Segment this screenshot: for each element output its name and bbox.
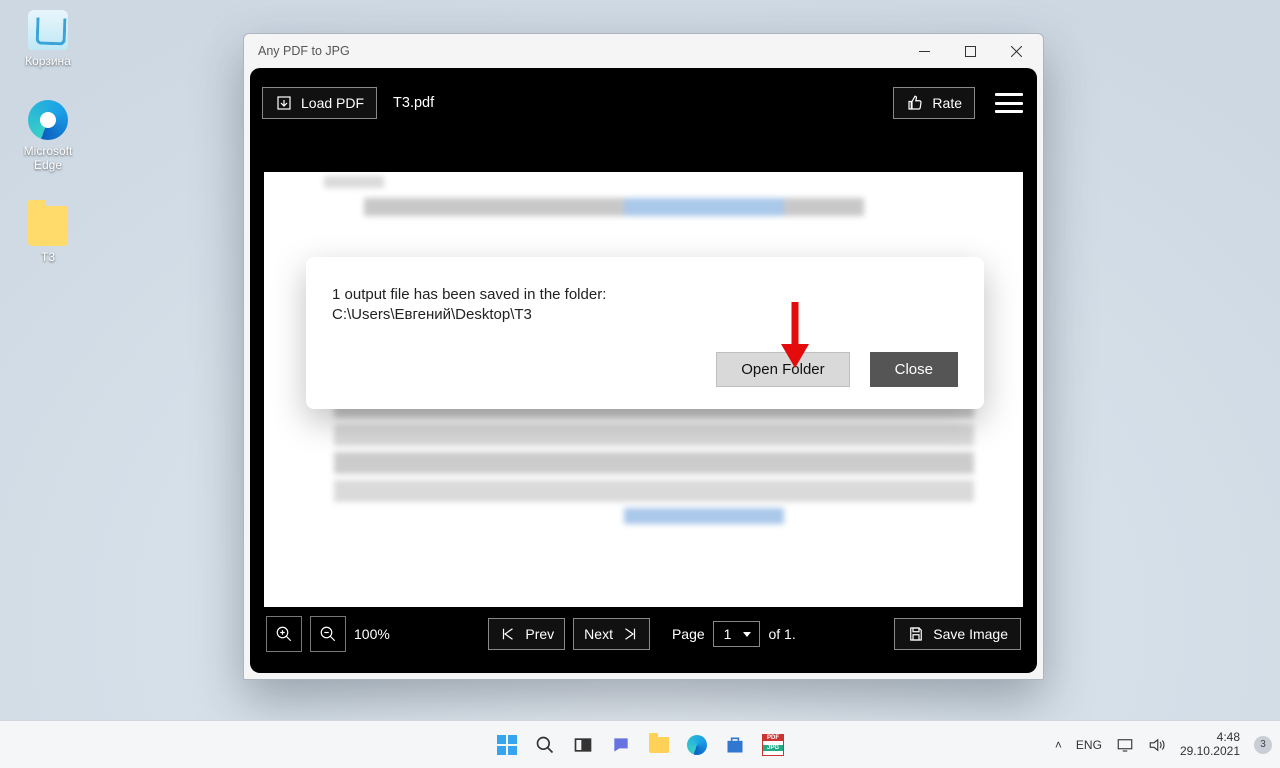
prev-label: Prev: [525, 626, 554, 642]
menu-button[interactable]: [993, 89, 1025, 117]
page-total: of 1.: [768, 626, 795, 642]
notification-center[interactable]: 3: [1254, 736, 1272, 754]
clock[interactable]: 4:48 29.10.2021: [1180, 731, 1240, 759]
file-explorer-button[interactable]: [645, 731, 673, 759]
page-current: 1: [724, 626, 732, 642]
recycle-bin-icon: [28, 10, 68, 50]
tray-chevron-icon[interactable]: ˄: [1055, 738, 1062, 752]
recycle-bin-label: Корзина: [8, 54, 88, 68]
close-button[interactable]: [993, 34, 1039, 68]
volume-icon[interactable]: [1148, 737, 1166, 753]
start-button[interactable]: [493, 731, 521, 759]
thumbs-up-icon: [906, 94, 924, 112]
maximize-button[interactable]: [947, 34, 993, 68]
folder-label: Т3: [8, 250, 88, 264]
desktop: Корзина Microsoft Edge Т3 Any PDF to JPG…: [0, 0, 1280, 768]
pdf-jpg-icon: PDFJPG: [762, 734, 784, 756]
page-label: Page: [672, 626, 705, 642]
file-name: T3.pdf: [393, 95, 434, 111]
prev-icon: [499, 625, 517, 643]
open-folder-button[interactable]: Open Folder: [716, 352, 849, 387]
chat-icon: [611, 735, 631, 755]
network-icon[interactable]: [1116, 737, 1134, 753]
load-pdf-button[interactable]: Load PDF: [262, 87, 377, 119]
folder-icon: [649, 737, 669, 753]
chat-button[interactable]: [607, 731, 635, 759]
taskbar: PDFJPG ˄ ENG 4:48 29.10.2021 3: [0, 720, 1280, 768]
folder-t3[interactable]: Т3: [8, 206, 88, 264]
save-image-label: Save Image: [933, 626, 1008, 642]
zoom-value: 100%: [354, 626, 390, 642]
edge-icon: [687, 735, 707, 755]
close-dialog-label: Close: [895, 361, 933, 378]
window-title: Any PDF to JPG: [258, 44, 350, 58]
next-icon: [621, 625, 639, 643]
save-result-dialog: 1 output file has been saved in the fold…: [306, 257, 984, 409]
task-view-icon: [573, 735, 593, 755]
rate-button[interactable]: Rate: [893, 87, 975, 119]
zoom-out-button[interactable]: [310, 616, 346, 652]
notif-count: 3: [1260, 739, 1266, 750]
save-image-button[interactable]: Save Image: [894, 618, 1021, 650]
titlebar[interactable]: Any PDF to JPG: [244, 34, 1043, 68]
folder-icon: [28, 206, 68, 246]
load-pdf-label: Load PDF: [301, 95, 364, 111]
close-dialog-button[interactable]: Close: [870, 352, 958, 387]
date: 29.10.2021: [1180, 745, 1240, 759]
save-icon: [907, 625, 925, 643]
app-toolbar: Load PDF T3.pdf Rate: [262, 80, 1025, 126]
load-icon: [275, 94, 293, 112]
prev-button[interactable]: Prev: [488, 618, 565, 650]
open-folder-label: Open Folder: [741, 361, 824, 378]
page-select[interactable]: 1: [713, 621, 761, 647]
edge-icon: [28, 100, 68, 140]
dialog-message-line1: 1 output file has been saved in the fold…: [332, 285, 958, 305]
dialog-message-line2: C:\Users\Евгений\Desktop\Т3: [332, 305, 958, 325]
minimize-button[interactable]: [901, 34, 947, 68]
search-button[interactable]: [531, 731, 559, 759]
edge-taskbar-button[interactable]: [683, 731, 711, 759]
footer-bar: 100% Prev Next Page 1 of 1.: [262, 607, 1025, 661]
store-button[interactable]: [721, 731, 749, 759]
recycle-bin[interactable]: Корзина: [8, 10, 88, 68]
language-indicator[interactable]: ENG: [1076, 738, 1102, 752]
edge-label: Microsoft Edge: [8, 144, 88, 172]
time: 4:48: [1180, 731, 1240, 745]
rate-label: Rate: [932, 95, 962, 111]
windows-icon: [496, 734, 518, 756]
task-view-button[interactable]: [569, 731, 597, 759]
next-label: Next: [584, 626, 613, 642]
microsoft-edge[interactable]: Microsoft Edge: [8, 100, 88, 172]
pdf-app-button[interactable]: PDFJPG: [759, 731, 787, 759]
store-icon: [725, 735, 745, 755]
zoom-in-button[interactable]: [266, 616, 302, 652]
search-icon: [535, 735, 555, 755]
next-button[interactable]: Next: [573, 618, 650, 650]
